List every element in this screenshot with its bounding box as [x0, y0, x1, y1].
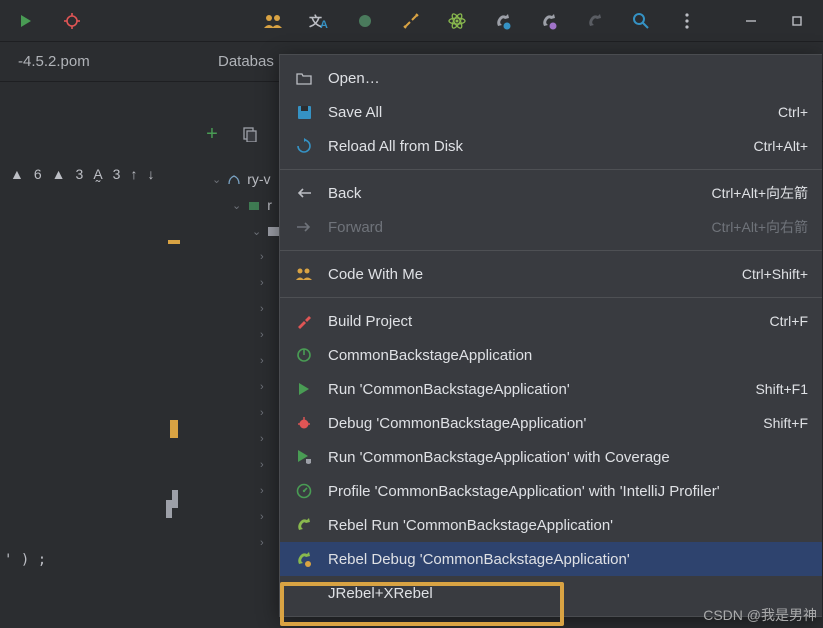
menu-forward: Forward Ctrl+Alt+向右箭 [280, 210, 822, 244]
forward-icon [294, 217, 314, 237]
annotation-highlight [280, 582, 564, 626]
svg-text:A: A [320, 19, 328, 29]
context-menu: Open… Save All Ctrl+ Reload All from Dis… [279, 54, 822, 617]
error-icon[interactable]: ▲ [10, 166, 24, 182]
warning-count: 3 [76, 166, 84, 182]
inspection-bar: ▲ 6 ▲ 3 A̰ 3 ↑ ↓ [10, 166, 154, 182]
gutter-change-mark[interactable] [172, 490, 178, 508]
tab-label: -4.5.2.pom [18, 53, 90, 70]
folder-open-icon [294, 68, 314, 88]
jrebel-run-icon[interactable] [491, 9, 515, 33]
gutter-change-mark[interactable] [166, 500, 172, 518]
menu-back[interactable]: Back Ctrl+Alt+向左箭 [280, 176, 822, 210]
run-icon[interactable] [14, 9, 38, 33]
warning-icon[interactable]: ▲ [52, 166, 66, 182]
shortcut-text: Ctrl+Alt+ [754, 138, 808, 154]
menu-profile[interactable]: Profile 'CommonBackstageApplication' wit… [280, 474, 822, 508]
power-icon [294, 345, 314, 365]
shortcut-text: Shift+F [763, 415, 808, 431]
shortcut-text: Ctrl+F [770, 313, 809, 329]
tree-node[interactable]: ⌄ [252, 218, 281, 244]
tree-node[interactable]: ⌄r [232, 192, 281, 218]
menu-run[interactable]: Run 'CommonBackstageApplication' Shift+F… [280, 372, 822, 406]
minimize-icon[interactable] [739, 9, 763, 33]
menu-separator [280, 297, 822, 298]
error-count: 6 [34, 166, 42, 182]
project-tree: ⌄ry-v ⌄r ⌄ › › › › › › › › › › › › [212, 166, 281, 556]
record-icon[interactable] [353, 9, 377, 33]
menu-debug[interactable]: Debug 'CommonBackstageApplication' Shift… [280, 406, 822, 440]
menu-reload[interactable]: Reload All from Disk Ctrl+Alt+ [280, 129, 822, 163]
typo-count: 3 [113, 166, 121, 182]
editor-code-fragment: ' ) ; [4, 552, 46, 568]
menu-separator [280, 250, 822, 251]
menu-rebel-debug[interactable]: Rebel Debug 'CommonBackstageApplication' [280, 542, 822, 576]
main-toolbar: 文A [0, 0, 823, 42]
menu-coverage[interactable]: Run 'CommonBackstageApplication' with Co… [280, 440, 822, 474]
play-icon [294, 379, 314, 399]
search-icon[interactable] [629, 9, 653, 33]
gutter-change-mark[interactable] [170, 420, 178, 438]
file-tab[interactable]: -4.5.2.pom [8, 42, 100, 81]
gauge-icon [294, 481, 314, 501]
shortcut-text: Ctrl+Shift+ [742, 266, 808, 282]
shortcut-text: Ctrl+Alt+向右箭 [712, 217, 808, 237]
typo-icon[interactable]: A̰ [93, 166, 102, 182]
menu-save-all[interactable]: Save All Ctrl+ [280, 95, 822, 129]
restore-icon[interactable] [785, 9, 809, 33]
rocket-run-icon [294, 515, 314, 535]
bug-icon [294, 413, 314, 433]
people-icon [294, 264, 314, 284]
menu-separator [280, 169, 822, 170]
tree-node[interactable]: ⌄ry-v [212, 166, 281, 192]
nav-down-icon[interactable]: ↓ [147, 166, 154, 182]
rocket-debug-icon [294, 549, 314, 569]
tools-icon[interactable] [399, 9, 423, 33]
debug-icon[interactable] [60, 9, 84, 33]
gutter-warning-mark[interactable] [168, 240, 180, 244]
menu-build[interactable]: Build Project Ctrl+F [280, 304, 822, 338]
jrebel-disabled-icon [583, 9, 607, 33]
translate-icon[interactable]: 文A [307, 9, 331, 33]
play-shield-icon [294, 447, 314, 467]
db-toolbar: + [200, 122, 262, 146]
add-icon[interactable]: + [200, 122, 224, 146]
menu-open[interactable]: Open… [280, 61, 822, 95]
menu-code-with-me[interactable]: Code With Me Ctrl+Shift+ [280, 257, 822, 291]
shortcut-text: Shift+F1 [755, 381, 808, 397]
reload-icon [294, 136, 314, 156]
watermark-text: CSDN @我是男神 [703, 605, 817, 625]
jrebel-debug-icon[interactable] [537, 9, 561, 33]
menu-stop-app[interactable]: CommonBackstageApplication [280, 338, 822, 372]
shortcut-text: Ctrl+Alt+向左箭 [712, 183, 808, 203]
save-icon [294, 102, 314, 122]
atom-icon[interactable] [445, 9, 469, 33]
nav-up-icon[interactable]: ↑ [130, 166, 137, 182]
shortcut-text: Ctrl+ [778, 104, 808, 120]
copy-icon[interactable] [238, 122, 262, 146]
back-icon [294, 183, 314, 203]
hammer-icon [294, 311, 314, 331]
menu-rebel-run[interactable]: Rebel Run 'CommonBackstageApplication' [280, 508, 822, 542]
more-icon[interactable] [675, 9, 699, 33]
